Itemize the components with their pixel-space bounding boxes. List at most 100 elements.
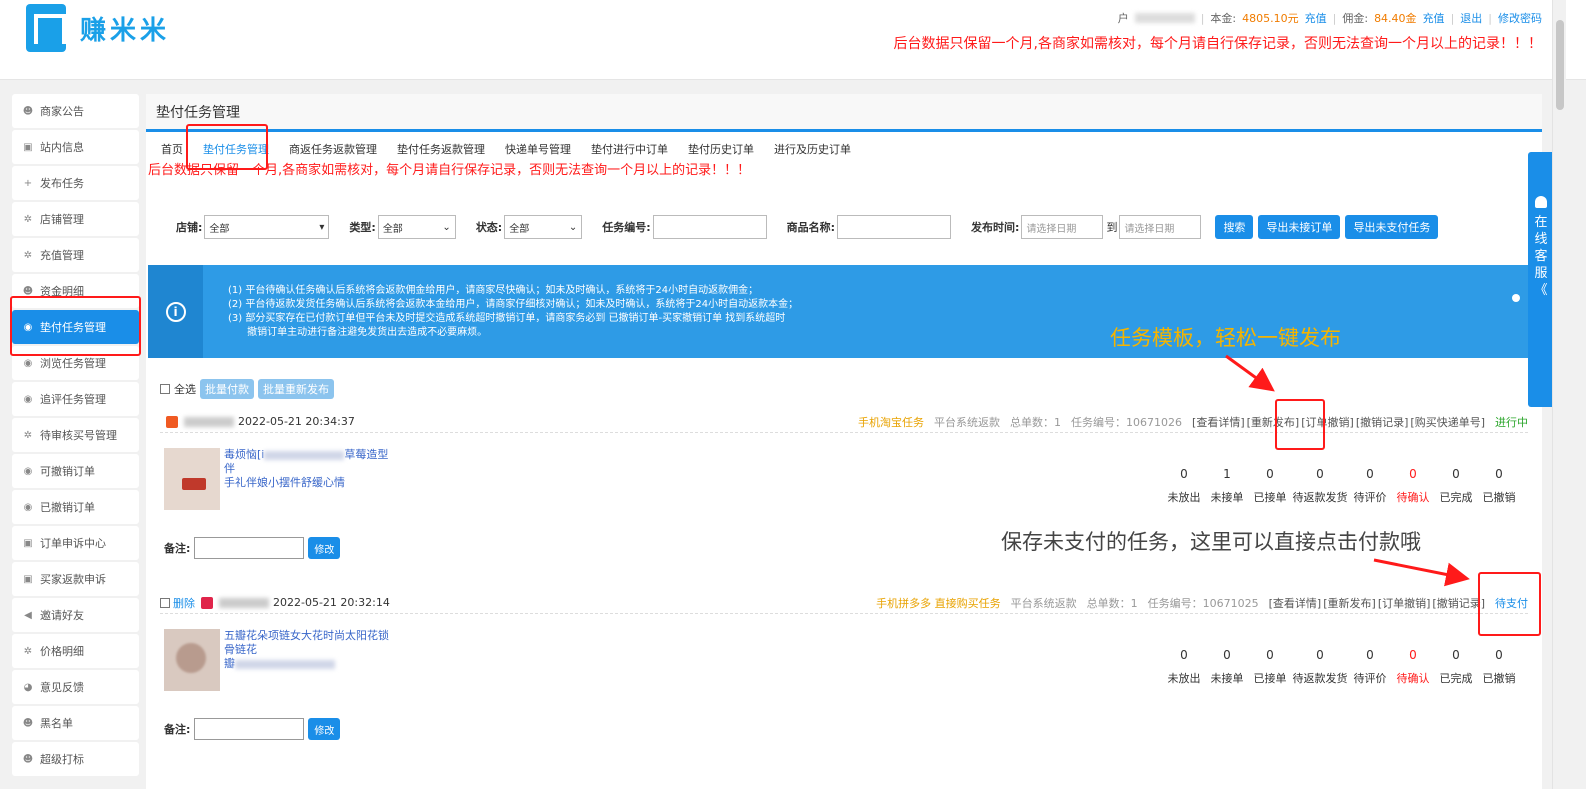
tab[interactable]: 垫付进行中订单 xyxy=(591,141,668,157)
change-password-link[interactable]: 修改密码 xyxy=(1498,10,1542,26)
tab[interactable]: 商返任务返款管理 xyxy=(289,141,377,157)
commission-label: 佣金: xyxy=(1342,12,1369,25)
arrow-to-republish xyxy=(1225,354,1275,392)
status-select[interactable]: 全部 ⌄ xyxy=(504,215,583,239)
smile-icon: ☻ xyxy=(22,753,34,765)
stat-cell: 0 待确认 xyxy=(1392,467,1434,505)
sidebar-item[interactable]: ◉ 可撤销订单 xyxy=(12,454,139,488)
type-select[interactable]: 全部 ⌄ xyxy=(377,215,456,239)
batch-pay-button[interactable]: 批量付款 xyxy=(200,379,254,399)
pinduoduo-icon xyxy=(201,596,213,609)
export-unpaid-button[interactable]: 导出未支付任务 xyxy=(1345,215,1439,239)
remark-input[interactable] xyxy=(194,718,305,740)
stat-value: 1 xyxy=(1223,467,1231,481)
batch-republish-button[interactable]: 批量重新发布 xyxy=(258,379,334,399)
sidebar-item[interactable]: ✲ 价格明细 xyxy=(12,634,139,668)
logo-icon xyxy=(26,4,66,52)
modify-button[interactable]: 修改 xyxy=(308,537,341,559)
sidebar-item[interactable]: ▣ 买家返款申诉 xyxy=(12,562,139,596)
remark-row: 备注: 修改 xyxy=(164,537,345,559)
sidebar-item-label: 超级打标 xyxy=(40,753,84,766)
task-checkbox[interactable] xyxy=(160,597,170,608)
stat-cell: 0 已完成 xyxy=(1435,648,1477,686)
tab[interactable]: 垫付任务返款管理 xyxy=(397,141,485,157)
sidebar-item[interactable]: ◉ 追评任务管理 xyxy=(12,382,139,416)
commission-value: 84.40金 xyxy=(1374,12,1417,25)
select-all-checkbox[interactable] xyxy=(160,384,170,394)
scrollbar[interactable] xyxy=(1552,0,1566,789)
search-button[interactable]: 搜索 xyxy=(1215,215,1254,239)
stat-value: 0 xyxy=(1366,467,1374,481)
chevron-down-icon: ⌄ xyxy=(568,221,578,233)
stat-value: 0 xyxy=(1266,648,1274,662)
sidebar-item-label: 买家返款申诉 xyxy=(40,573,106,586)
remark-input[interactable] xyxy=(194,537,305,559)
product-name-link[interactable]: 毒烦恼[i 草莓造型伴 手礼伴娘小摆件舒缓心情 xyxy=(224,448,394,490)
product-thumbnail[interactable] xyxy=(164,629,220,691)
close-dot-icon[interactable] xyxy=(1512,294,1520,302)
view-details-link[interactable]: [查看详情] xyxy=(1192,414,1245,430)
annotation-template: 任务模板，轻松一键发布 xyxy=(1110,326,1341,350)
sidebar-item-label: 邀请好友 xyxy=(40,609,84,622)
sidebar-item[interactable]: ✲ 待审核买号管理 xyxy=(12,418,139,452)
publish-time: 2022-05-21 20:32:14 xyxy=(273,596,390,609)
sidebar-item[interactable]: ☻ 商家公告 xyxy=(12,94,139,128)
sidebar-item[interactable]: ☻ 黑名单 xyxy=(12,706,139,740)
stat-label: 待确认 xyxy=(1396,491,1430,504)
sidebar-item[interactable]: ▣ 站内信息 xyxy=(12,130,139,164)
sidebar-item[interactable]: ◕ 意见反馈 xyxy=(12,670,139,704)
goods-name-input[interactable] xyxy=(837,215,952,239)
stat-cell: 0 未接单 xyxy=(1206,648,1248,686)
task-no-input[interactable] xyxy=(652,215,767,239)
buy-tracking-link[interactable]: [购买快递单号] xyxy=(1410,414,1485,430)
sidebar-item[interactable]: ☻ 超级打标 xyxy=(12,742,139,776)
stat-value: 0 xyxy=(1452,467,1460,481)
delete-link[interactable]: 删除 xyxy=(173,595,195,611)
tab[interactable]: 首页 xyxy=(161,141,183,157)
message-icon: ▣ xyxy=(23,141,33,153)
modify-button[interactable]: 修改 xyxy=(308,718,341,740)
sidebar-item[interactable]: ◉ 已撤销订单 xyxy=(12,490,139,524)
recharge-commission-link[interactable]: 充值 xyxy=(1423,10,1445,26)
service-icon xyxy=(1535,196,1547,208)
export-unaccepted-button[interactable]: 导出未接订单 xyxy=(1258,215,1341,239)
stat-value: 0 xyxy=(1495,467,1503,481)
stat-label: 待评价 xyxy=(1353,491,1387,504)
sidebar-item-label: 订单申诉中心 xyxy=(40,537,106,550)
tab[interactable]: 进行及历史订单 xyxy=(774,141,851,157)
logo[interactable]: 赚米米 xyxy=(26,4,170,52)
stat-cell: 0 未放出 xyxy=(1163,648,1205,686)
product-thumbnail[interactable] xyxy=(164,448,220,510)
stat-label: 已完成 xyxy=(1439,672,1473,685)
cancel-record-link[interactable]: [撤销记录] xyxy=(1356,414,1409,430)
filter-bar: 店铺: 全部 ▾ 类型: 全部 ⌄ 状态: 全部 ⌄ 任务编号: 商品名称: 发布时间… xyxy=(176,215,1443,239)
product-name-link[interactable]: 五瓣花朵项链女大花时尚太阳花锁骨链花 瓣 xyxy=(224,629,394,671)
stat-label: 未接单 xyxy=(1210,491,1244,504)
view-details-link[interactable]: [查看详情] xyxy=(1269,595,1322,611)
message-icon: ▣ xyxy=(23,573,33,585)
tab[interactable]: 垫付历史订单 xyxy=(688,141,754,157)
sidebar-item-label: 追评任务管理 xyxy=(40,393,106,406)
recharge-link[interactable]: 充值 xyxy=(1305,10,1327,26)
refund-type: 平台系统返款 xyxy=(934,415,1001,429)
logout-link[interactable]: 退出 xyxy=(1460,10,1482,26)
shop-select[interactable]: 全部 ▾ xyxy=(204,215,330,239)
sidebar-item[interactable]: ◀ 邀请好友 xyxy=(12,598,139,632)
stat-cell: 0 已接单 xyxy=(1249,467,1291,505)
sidebar-item[interactable]: ▣ 订单申诉中心 xyxy=(12,526,139,560)
stat-cell: 0 待返款发货 xyxy=(1292,648,1348,686)
sidebar-item[interactable]: + 发布任务 xyxy=(12,166,139,200)
start-date-input[interactable]: 请选择日期 xyxy=(1021,215,1104,239)
stat-label: 已撤销 xyxy=(1482,672,1516,685)
tab[interactable]: 快递单号管理 xyxy=(505,141,571,157)
user-prefix: 户 xyxy=(1117,12,1129,25)
online-service-button[interactable]: 在线客服《 xyxy=(1528,152,1554,407)
end-date-input[interactable]: 请选择日期 xyxy=(1119,215,1202,239)
sidebar-item[interactable]: ✲ 店铺管理 xyxy=(12,202,139,236)
sidebar-item-label: 浏览任务管理 xyxy=(40,357,106,370)
stat-label: 待确认 xyxy=(1396,672,1430,685)
republish-link[interactable]: [重新发布] xyxy=(1323,595,1376,611)
stat-label: 待返款发货 xyxy=(1292,491,1348,504)
sidebar-item[interactable]: ✲ 充值管理 xyxy=(12,238,139,272)
cancel-order-link[interactable]: [订单撤销] xyxy=(1378,595,1431,611)
